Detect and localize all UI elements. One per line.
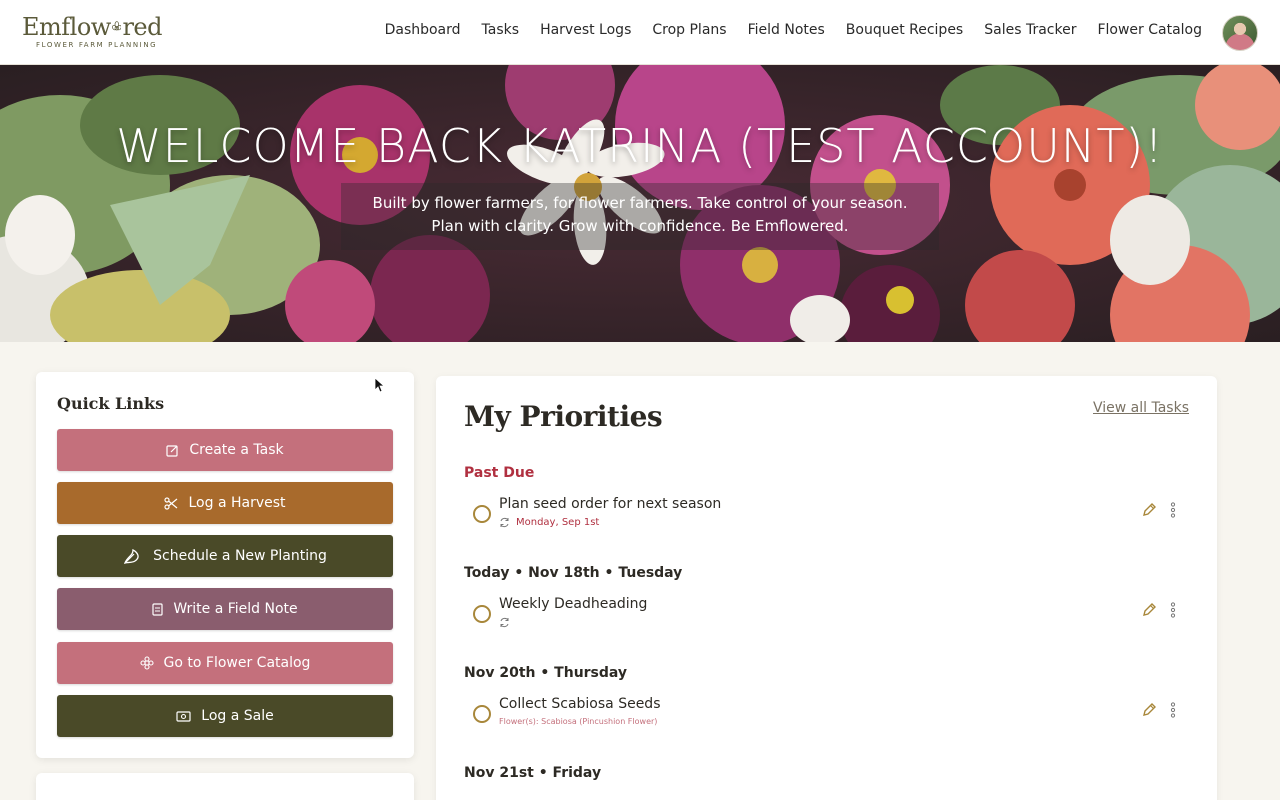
quick-links-title: Quick Links: [57, 394, 165, 413]
task-complete-checkbox[interactable]: [473, 605, 491, 623]
more-options-icon[interactable]: [1170, 602, 1176, 618]
schedule-planting-label: Schedule a New Planting: [153, 548, 327, 564]
group-today: Today • Nov 18th • Tuesday: [464, 565, 683, 581]
nav-bouquet-recipes[interactable]: Bouquet Recipes: [846, 22, 963, 38]
log-sale-button[interactable]: Log a Sale: [57, 695, 393, 737]
group-past-due: Past Due: [464, 465, 535, 481]
more-options-icon[interactable]: [1170, 502, 1176, 518]
nav-crop-plans[interactable]: Crop Plans: [652, 22, 726, 38]
nav-field-notes[interactable]: Field Notes: [748, 22, 825, 38]
flower-catalog-label: Go to Flower Catalog: [163, 655, 311, 671]
recurring-icon: [500, 517, 509, 528]
edit-square-icon: [166, 444, 178, 457]
hero-title: WELCOME BACK KATRINA (TEST ACCOUNT)!: [116, 119, 1164, 173]
group-nov-21: Nov 21st • Friday: [464, 765, 602, 781]
task-name: Weekly Deadheading: [499, 596, 648, 612]
my-priorities-card: My Priorities View all Tasks Past Due Pl…: [436, 376, 1217, 800]
write-field-note-button[interactable]: Write a Field Note: [57, 588, 393, 630]
flower-catalog-button[interactable]: Go to Flower Catalog: [57, 642, 393, 684]
mouse-cursor-icon: [374, 377, 384, 393]
logo-tagline: FLOWER FARM PLANNING: [36, 41, 158, 49]
nav-sales-tracker[interactable]: Sales Tracker: [984, 22, 1076, 38]
flower-icon: [139, 656, 154, 670]
main-nav: Dashboard Tasks Harvest Logs Crop Plans …: [385, 22, 1202, 38]
pencil-icon[interactable]: [1141, 502, 1157, 518]
nav-dashboard[interactable]: Dashboard: [385, 22, 461, 38]
pencil-icon[interactable]: [1141, 702, 1157, 718]
nav-tasks[interactable]: Tasks: [482, 22, 520, 38]
nav-flower-catalog[interactable]: Flower Catalog: [1097, 22, 1202, 38]
emflowered-logo[interactable]: Emflow red FLOWER FARM PLANNING: [22, 14, 162, 54]
top-navigation-bar: Emflow red FLOWER FARM PLANNING Dashboar…: [0, 0, 1280, 65]
more-options-icon[interactable]: [1170, 702, 1176, 718]
hero-subtitle: Built by flower farmers, for flower farm…: [341, 183, 939, 250]
cash-icon: [176, 710, 191, 722]
nav-harvest-logs[interactable]: Harvest Logs: [540, 22, 631, 38]
logo-wordmark-end: red: [122, 13, 162, 41]
priorities-title: My Priorities: [464, 400, 663, 433]
view-all-tasks-link[interactable]: View all Tasks: [1093, 400, 1189, 416]
scissors-icon: [164, 496, 178, 510]
task-name: Collect Scabiosa Seeds: [499, 696, 661, 712]
log-sale-label: Log a Sale: [201, 708, 274, 724]
log-harvest-label: Log a Harvest: [188, 495, 286, 511]
schedule-planting-button[interactable]: Schedule a New Planting: [57, 535, 393, 577]
pencil-icon[interactable]: [1141, 602, 1157, 618]
task-row: Collect Scabiosa Seeds Flower(s): Scabio…: [464, 694, 1194, 734]
welcome-hero: WELCOME BACK KATRINA (TEST ACCOUNT)! Bui…: [0, 65, 1280, 342]
group-nov-20: Nov 20th • Thursday: [464, 665, 628, 681]
recurring-icon: [500, 617, 509, 628]
task-flowers: Flower(s): Scabiosa (Pincushion Flower): [499, 717, 658, 726]
task-row: Plan seed order for next season Monday, …: [464, 494, 1194, 534]
user-avatar[interactable]: [1222, 15, 1258, 51]
create-task-label: Create a Task: [189, 442, 284, 458]
task-name: Plan seed order for next season: [499, 496, 722, 512]
write-field-note-label: Write a Field Note: [173, 601, 298, 617]
sprout-icon: [124, 548, 139, 564]
log-harvest-button[interactable]: Log a Harvest: [57, 482, 393, 524]
logo-wordmark-start: Emflow: [22, 13, 111, 41]
task-due-date: Monday, Sep 1st: [516, 517, 600, 528]
create-task-button[interactable]: Create a Task: [57, 429, 393, 471]
task-complete-checkbox[interactable]: [473, 505, 491, 523]
secondary-card: [36, 773, 414, 800]
logo-flower-icon: [111, 21, 122, 31]
quick-links-card: Quick Links Create a Task Log a Harvest …: [36, 372, 414, 758]
task-row: Weekly Deadheading: [464, 594, 1194, 634]
note-icon: [152, 602, 163, 616]
task-complete-checkbox[interactable]: [473, 705, 491, 723]
